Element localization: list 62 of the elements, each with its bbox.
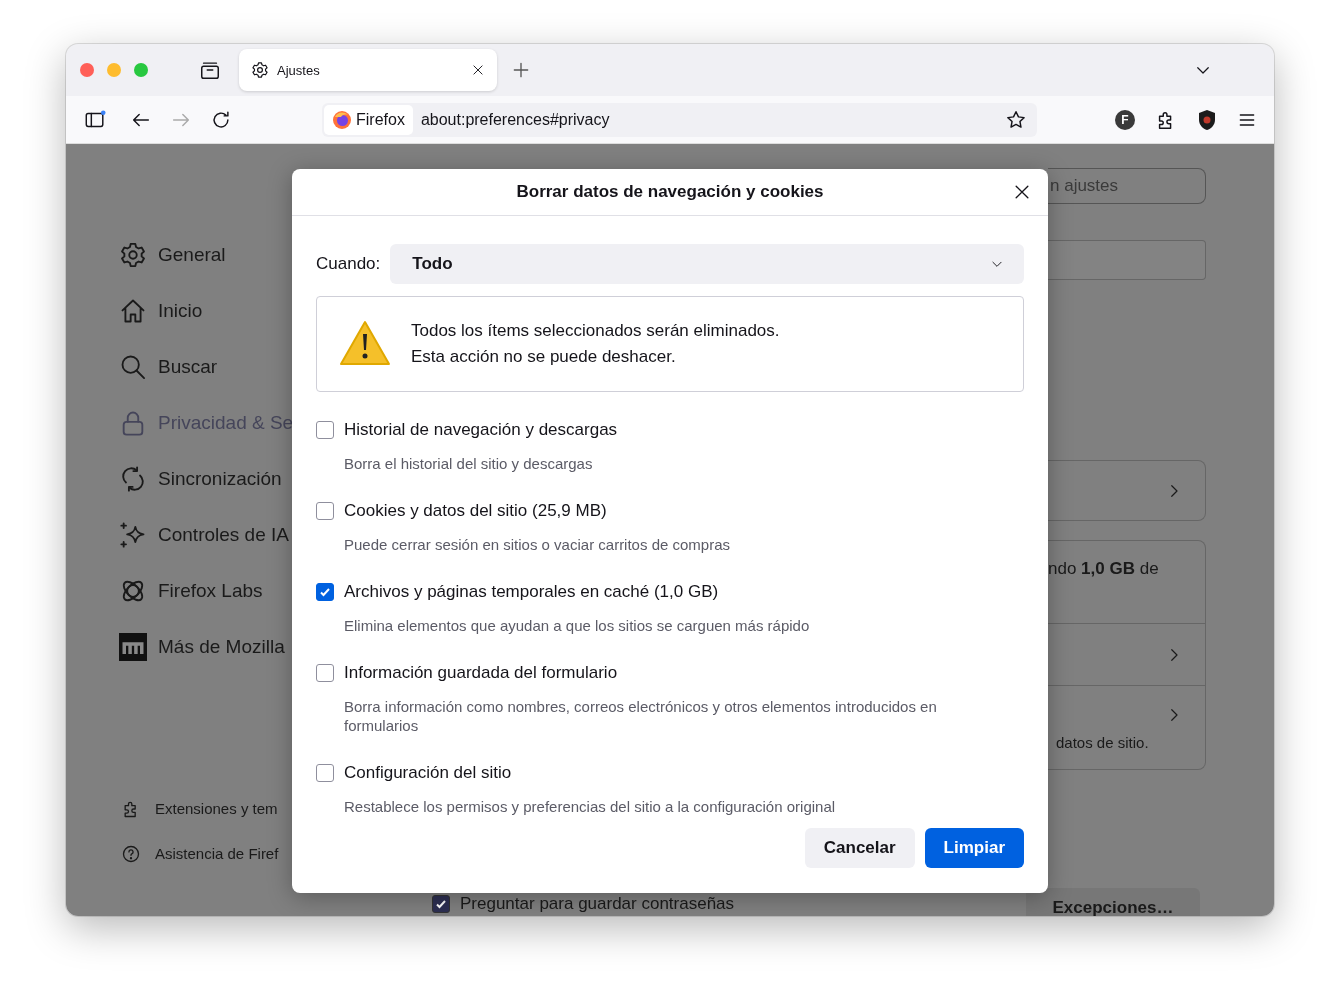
gear-icon [251, 61, 269, 79]
option-description: Borra información como nombres, correos electrónicos y otros elementos introducidos en formularios [344, 697, 938, 735]
warning-text: Todos los ítems seleccionados serán eliminados. Esta acción no se puede deshacer. [411, 320, 780, 368]
exceptions-button[interactable]: Excepciones… [1026, 888, 1200, 916]
search-icon [119, 353, 147, 381]
plus-icon [511, 60, 531, 80]
checkbox[interactable] [316, 664, 334, 682]
field-label: Cuando: [316, 254, 381, 274]
zoom-window-button[interactable] [134, 63, 148, 77]
check-icon [319, 586, 331, 598]
gear-icon [119, 241, 147, 269]
close-window-button[interactable] [80, 63, 94, 77]
checkbox[interactable] [316, 583, 334, 601]
checkbox-label: Archivos y páginas temporales en caché (1,0 GB) [344, 581, 719, 603]
checkbox-label: Cookies y datos del sitio (25,9 MB) [344, 500, 607, 522]
identity-button[interactable]: Firefox [324, 104, 413, 135]
sidebar-item[interactable]: Sincronización [119, 451, 292, 507]
checkbox[interactable] [316, 421, 334, 439]
option-description: Elimina elementos que ayudan a que los sitios se carguen más rápido [344, 616, 811, 635]
checkbox-label: Información guardada del formulario [344, 662, 618, 684]
house-icon [119, 297, 147, 325]
checkbox-label: Preguntar para guardar contraseñas [460, 894, 735, 914]
sidebar-item[interactable]: Privacidad & Se [119, 395, 292, 451]
sidebar-item[interactable]: General [119, 227, 292, 283]
checkbox-label: Historial de navegación y descargas [344, 419, 618, 441]
cancel-button[interactable]: Cancelar [804, 828, 915, 868]
row-description: datos de sitio. [1056, 734, 1149, 751]
sidebar-item[interactable]: Firefox Labs [119, 563, 292, 619]
option-description: Borra el historial del sitio y descargas [344, 454, 594, 473]
tab-list-icon [199, 59, 221, 81]
time-range-dropdown[interactable]: Todo [390, 244, 1024, 284]
checkbox[interactable] [316, 764, 334, 782]
sidebar-item[interactable]: Controles de IA [119, 507, 292, 563]
tab-title: Ajustes [277, 62, 321, 78]
dialog-title: Borrar datos de navegación y cookies [516, 182, 824, 202]
sidebar-item[interactable]: Buscar [119, 339, 292, 395]
sidebar-link[interactable]: Extensiones y tem [119, 786, 292, 831]
option-description: Restablece los permisos y preferencias del sitio a la configuración original [344, 797, 837, 816]
sidebar-item[interactable]: Más de Mozilla [119, 619, 292, 675]
help-icon [121, 843, 141, 864]
storage-text: ndo 1,0 GB de [1048, 559, 1159, 578]
url-text: about:preferences#privacy [420, 110, 611, 129]
clear-button[interactable]: Limpiar [924, 828, 1024, 868]
close-icon [471, 63, 485, 77]
account-button[interactable]: F [1115, 109, 1135, 130]
warning-icon [339, 320, 391, 368]
checkbox[interactable] [432, 895, 450, 913]
option-description: Puede cerrar sesión en sitios o vaciar carritos de compras [344, 535, 731, 554]
sync-icon [119, 465, 147, 493]
checkbox[interactable] [316, 502, 334, 520]
address-bar[interactable]: Firefox about:preferences#privacy [322, 102, 1037, 137]
bookmark-star-icon [1005, 108, 1027, 131]
search-field[interactable]: n ajustes [1048, 168, 1206, 204]
check-icon [435, 898, 447, 910]
logo-icon [119, 633, 147, 661]
checkbox-label: Configuración del sitio [344, 762, 512, 784]
sparkle-icon [119, 521, 147, 549]
sidebar-item[interactable]: Inicio [119, 283, 292, 339]
shield-icon [1197, 108, 1217, 131]
sidebar-link[interactable]: Asistencia de Firef [119, 831, 292, 876]
browser-logo-icon [332, 109, 352, 130]
browser-tab[interactable]: Ajustes [239, 49, 497, 91]
